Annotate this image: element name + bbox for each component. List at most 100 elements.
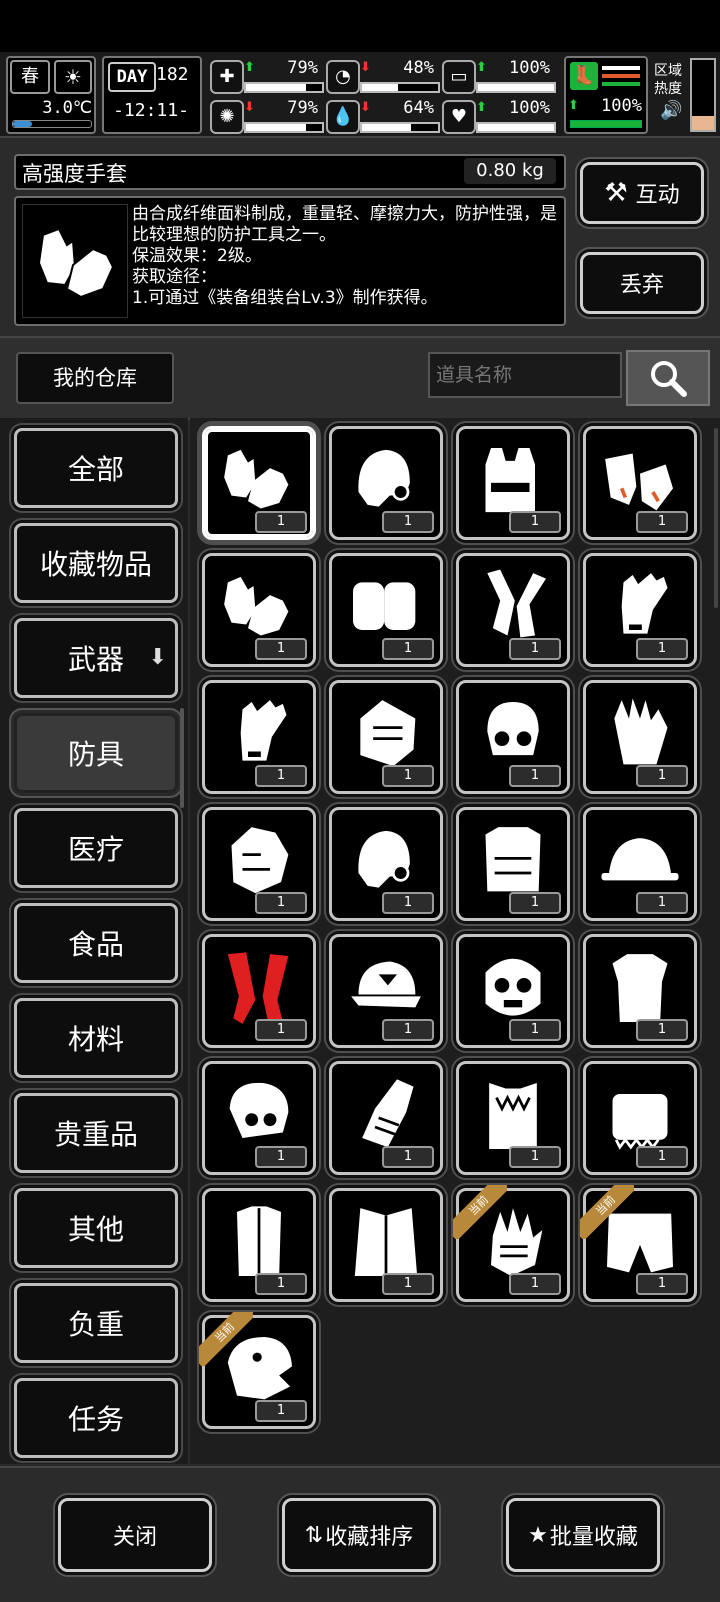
category-tab[interactable]: 武器 ⬇ xyxy=(14,618,178,698)
batch-favorite-button[interactable]: ★ 批量收藏 xyxy=(506,1498,660,1572)
vital-stat: ▭ ⬆ 100% xyxy=(442,58,556,96)
sidebar-scrollbar[interactable] xyxy=(180,708,184,808)
discard-label: 丢弃 xyxy=(619,273,664,298)
item-quantity: 1 xyxy=(382,1273,434,1295)
hud-panel: 春 ☀ 3.0℃ DAY 182 -12:11- ✚ ⬆ 79% ◔ ⬇ 48% ▭ ⬆ 100… xyxy=(0,52,720,138)
boot-value: 100% xyxy=(601,96,642,116)
category-tab[interactable]: 食品 xyxy=(14,903,178,983)
item-quantity: 1 xyxy=(382,892,434,914)
inventory-slot[interactable]: 1 xyxy=(456,807,570,921)
category-label: 任务 xyxy=(67,1403,124,1436)
category-tab[interactable]: 任务 xyxy=(14,1378,178,1458)
category-tab[interactable]: 贵重品 xyxy=(14,1093,178,1173)
inventory-slot[interactable]: 1 xyxy=(202,1188,316,1302)
interact-button[interactable]: ⚒ 互动 xyxy=(580,162,704,224)
category-tab[interactable]: 防具 xyxy=(14,713,178,793)
item-quantity: 1 xyxy=(636,1019,688,1041)
brain-icon: ✺ xyxy=(210,100,244,134)
inventory-slot[interactable]: 1 xyxy=(456,1061,570,1175)
inventory-slot[interactable]: 1 xyxy=(583,426,697,540)
current-label: 当前 xyxy=(453,1185,507,1239)
inventory-slot[interactable]: 1 xyxy=(202,426,316,540)
close-button[interactable]: 关闭 xyxy=(58,1498,212,1572)
season-label: 春 xyxy=(10,60,50,94)
inventory-slot[interactable]: 1 xyxy=(329,1188,443,1302)
item-quantity: 1 xyxy=(382,1146,434,1168)
bottom-bar: 关闭 ⇅ 收藏排序 ★ 批量收藏 xyxy=(0,1466,720,1602)
item-quantity: 1 xyxy=(636,1146,688,1168)
inventory-slot[interactable]: 1 xyxy=(202,680,316,794)
vital-stat: ✺ ⬇ 79% xyxy=(210,98,324,136)
search-input[interactable] xyxy=(428,352,622,398)
category-tab[interactable]: 收藏物品 xyxy=(14,523,178,603)
vital-stat: ◔ ⬇ 48% xyxy=(326,58,440,96)
clock-time: -12:11- xyxy=(113,100,189,121)
sort-favorites-label: 收藏排序 xyxy=(325,1525,414,1550)
category-label: 其他 xyxy=(67,1213,124,1246)
item-quantity: 1 xyxy=(255,1273,307,1295)
stat-value: 100% xyxy=(509,98,550,118)
sun-icon: ☀ xyxy=(54,60,92,94)
selected-item-icon xyxy=(22,204,128,318)
inventory-slot[interactable]: 1 xyxy=(583,934,697,1048)
day-panel: DAY 182 -12:11- xyxy=(102,56,202,134)
search-button[interactable] xyxy=(626,350,710,406)
category-label: 医疗 xyxy=(67,833,124,866)
inventory-slot[interactable]: 1 xyxy=(456,426,570,540)
capsule-icon: ▭ xyxy=(442,60,476,94)
vital-stat: 💧 ⬇ 64% xyxy=(326,98,440,136)
category-label: 收藏物品 xyxy=(39,548,152,581)
source-text: 1.可通过《装备组装台Lv.3》制作获得。 xyxy=(132,288,438,308)
item-quantity: 1 xyxy=(382,511,434,533)
inventory-slot[interactable]: 1 xyxy=(583,553,697,667)
zone-heat-meter xyxy=(690,58,716,132)
item-weight: 0.80 kg xyxy=(464,158,556,184)
current-label: 当前 xyxy=(199,1312,253,1366)
inventory-slot[interactable]: 1 xyxy=(329,680,443,794)
inventory-slot[interactable]: 1 xyxy=(202,1061,316,1175)
swap-arrows-icon: ⇅ xyxy=(304,1522,324,1548)
source-title: 获取途径： xyxy=(132,267,217,287)
item-quantity: 1 xyxy=(255,1146,307,1168)
inventory-slot[interactable]: 1 xyxy=(202,553,316,667)
inventory-slot[interactable]: 1 xyxy=(329,1061,443,1175)
weather-panel: 春 ☀ 3.0℃ xyxy=(6,56,96,134)
inventory-slot[interactable]: 1 xyxy=(456,553,570,667)
category-tab[interactable]: 材料 xyxy=(14,998,178,1078)
item-quantity: 1 xyxy=(636,892,688,914)
speaker-icon[interactable]: 🔊 xyxy=(660,100,682,121)
inventory-slot[interactable]: 1 xyxy=(329,426,443,540)
inventory-slot[interactable]: 1 当前 xyxy=(580,1185,697,1302)
item-quantity: 1 xyxy=(382,765,434,787)
close-label: 关闭 xyxy=(112,1525,157,1550)
discard-button[interactable]: 丢弃 xyxy=(580,252,704,314)
inventory-slot[interactable]: 1 xyxy=(202,934,316,1048)
sort-favorites-button[interactable]: ⇅ 收藏排序 xyxy=(282,1498,436,1572)
inventory-slot[interactable]: 1 xyxy=(456,934,570,1048)
stat-bar xyxy=(244,122,324,133)
vital-stat: ♥ ⬆ 100% xyxy=(442,98,556,136)
inventory-slot[interactable]: 1 xyxy=(583,680,697,794)
inventory-slot[interactable]: 1 xyxy=(583,807,697,921)
category-tab[interactable]: 其他 xyxy=(14,1188,178,1268)
inventory-slot[interactable]: 1 xyxy=(329,934,443,1048)
inventory-slot[interactable]: 1 xyxy=(329,553,443,667)
grid-scrollbar[interactable] xyxy=(714,428,718,608)
category-label: 全部 xyxy=(67,453,124,486)
inventory-slot[interactable]: 1 当前 xyxy=(453,1185,570,1302)
inventory-slot[interactable]: 1 xyxy=(583,1061,697,1175)
item-name: 高强度手套 xyxy=(22,162,127,186)
inventory-slot[interactable]: 1 xyxy=(329,807,443,921)
inventory-slot[interactable]: 1 当前 xyxy=(199,1312,316,1429)
heart-icon: ♥ xyxy=(442,100,476,134)
category-tab[interactable]: 负重 xyxy=(14,1283,178,1363)
inventory-slot[interactable]: 1 xyxy=(202,807,316,921)
expand-arrow-icon: ⬇ xyxy=(148,645,167,670)
category-tab[interactable]: 全部 xyxy=(14,428,178,508)
warehouse-title: 我的仓库 xyxy=(16,352,174,404)
zone-heat-label: 区域热度 xyxy=(654,63,682,97)
inventory-slot[interactable]: 1 xyxy=(456,680,570,794)
item-detail-box: 由合成纤维面料制成，重量轻、摩擦力大，防护性强，是比较理想的防护工具之一。 保温… xyxy=(14,196,566,326)
stat-bar xyxy=(476,82,556,93)
category-tab[interactable]: 医疗 xyxy=(14,808,178,888)
